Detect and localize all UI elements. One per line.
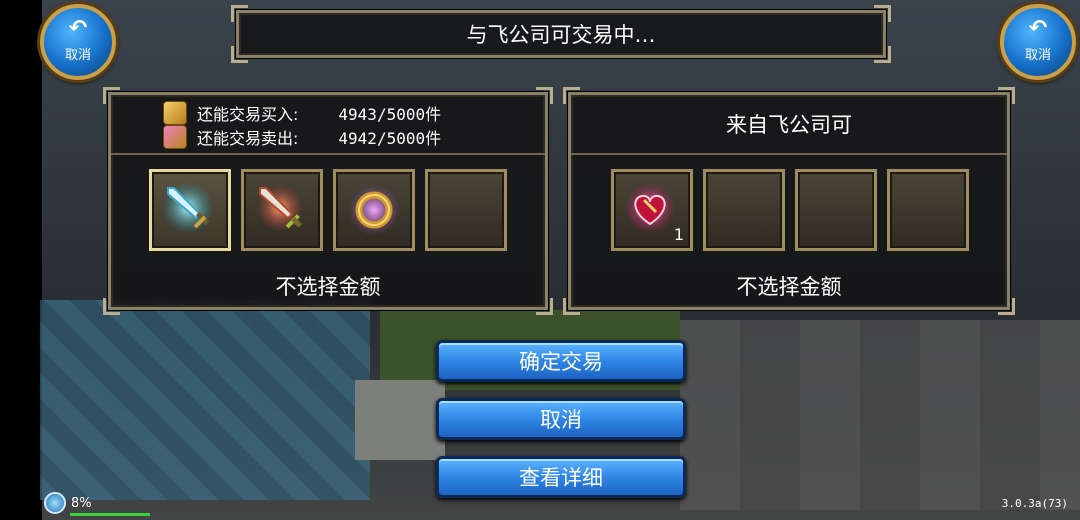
item-slot-empty [887, 169, 969, 251]
return-arrow-icon: ↶ [68, 16, 88, 41]
buy-quota-row: 还能交易买入: 4943/5000件 [163, 101, 441, 125]
my-item-slots [149, 169, 507, 251]
cancel-round-button-left[interactable]: ↶ 取消 [40, 4, 116, 80]
sell-quota-value: 4942/5000件 [338, 129, 442, 148]
buy-quota-value: 4943/5000件 [338, 105, 442, 124]
stone-floor [680, 320, 1080, 510]
cancel-round-label-left: 取消 [64, 48, 91, 63]
trade-title-bar: 与飞公司可交易中… [231, 5, 891, 63]
item-slot-empty [703, 169, 785, 251]
stone-wall [355, 380, 445, 460]
item-slot-empty [795, 169, 877, 251]
version-label: 3.0.3a(73) [1001, 497, 1068, 510]
item-slot-heart-gift[interactable]: 1 [611, 169, 693, 251]
partner-offer-panel: 来自飞公司可 1 不选择金额 [563, 87, 1015, 315]
blue-tile-floor [40, 300, 370, 500]
item-quantity: 1 [673, 225, 684, 244]
cancel-round-button-right[interactable]: ↶ 取消 [1000, 4, 1076, 80]
partner-name-label: 来自飞公司可 [726, 113, 852, 137]
view-details-button[interactable]: 查看详细 [436, 456, 686, 498]
item-slot-cyan-sword[interactable] [149, 169, 231, 251]
panel-divider [111, 153, 545, 155]
panel-divider [571, 153, 1007, 155]
partner-money-label: 不选择金额 [736, 275, 842, 299]
status-progress-bar [70, 513, 150, 516]
cancel-trade-button[interactable]: 取消 [436, 398, 686, 440]
item-slot-gold-ring[interactable] [333, 169, 415, 251]
confirm-trade-button[interactable]: 确定交易 [436, 340, 686, 382]
item-slot-empty[interactable] [425, 169, 507, 251]
cyan-sword-icon [162, 182, 214, 234]
left-black-bar [0, 0, 42, 520]
buy-chest-icon [163, 101, 187, 125]
return-arrow-icon: ↶ [1028, 16, 1048, 41]
my-money-label[interactable]: 不选择金额 [111, 271, 545, 301]
item-slot-red-sword[interactable] [241, 169, 323, 251]
loading-status-icon [44, 492, 66, 514]
sell-chest-icon [163, 125, 187, 149]
cancel-round-label-right: 取消 [1024, 48, 1051, 63]
buy-quota-label: 还能交易买入: [197, 105, 299, 124]
status-percent: 8% [71, 496, 92, 511]
sell-quota-row: 还能交易卖出: 4942/5000件 [163, 125, 441, 149]
partner-item-slots: 1 [611, 169, 969, 251]
my-offer-panel: 还能交易买入: 4943/5000件 还能交易卖出: 4942/5000件 不选… [103, 87, 553, 315]
gold-ring-icon [348, 184, 400, 236]
red-sword-icon [256, 184, 304, 232]
sell-quota-label: 还能交易卖出: [197, 129, 299, 148]
trade-title: 与飞公司可交易中… [466, 23, 656, 47]
